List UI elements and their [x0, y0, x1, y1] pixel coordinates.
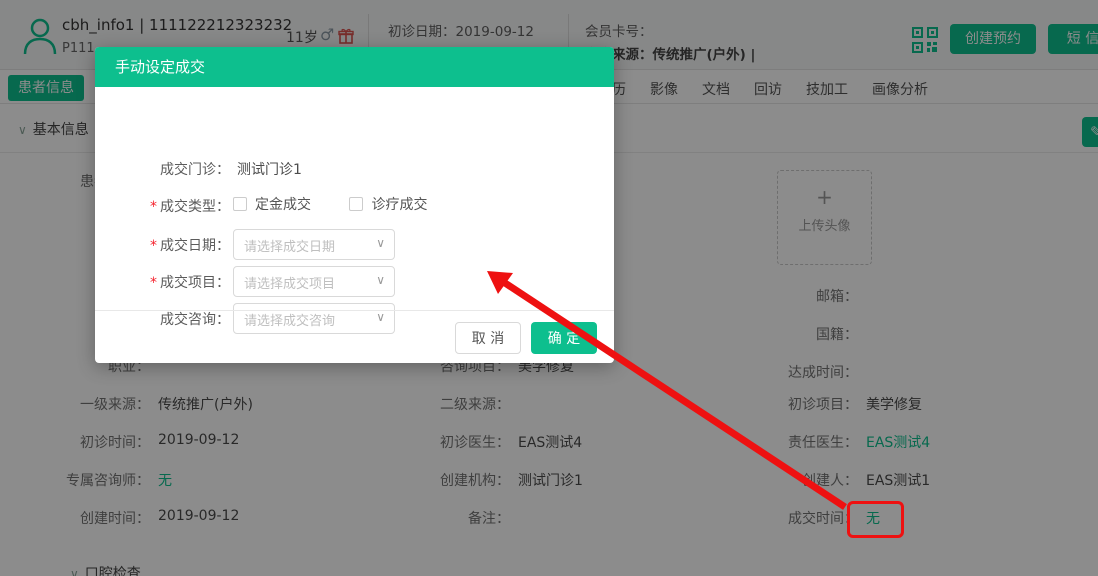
deal-type-options: 定金成交 诊疗成交	[233, 194, 461, 215]
deal-project-select[interactable]: 请选择成交项目 ∨	[233, 266, 395, 297]
deal-project-placeholder: 请选择成交项目	[244, 277, 336, 292]
deal-consult-select[interactable]: 请选择成交咨询 ∨	[233, 303, 395, 334]
deal-type-label: * 成交类型：	[150, 199, 230, 215]
cancel-button[interactable]: 取 消	[455, 322, 521, 354]
deal-clinic-value: 测试门诊1	[237, 162, 302, 178]
dialog-title: 手动设定成交	[95, 47, 614, 87]
deal-project-label: * 成交项目：	[150, 275, 230, 291]
checkbox-icon	[349, 197, 364, 211]
checkbox-icon	[233, 197, 247, 211]
manual-deal-dialog: 手动设定成交 成交门诊： 测试门诊1 * 成交类型： 定金成交 诊疗成交 * 成交日…	[95, 47, 614, 363]
confirm-button[interactable]: 确 定	[531, 322, 597, 354]
deal-date-select[interactable]: 请选择成交日期 ∨	[233, 229, 395, 260]
chevron-down-icon: ∨	[376, 273, 385, 287]
deal-clinic-label: 成交门诊：	[160, 162, 230, 178]
chevron-down-icon: ∨	[376, 236, 385, 250]
required-marker: *	[150, 238, 157, 254]
dialog-footer-divider	[95, 310, 614, 311]
required-marker: *	[150, 199, 157, 215]
chevron-down-icon: ∨	[376, 310, 385, 324]
treatment-deal-checkbox[interactable]: 诊疗成交	[349, 194, 427, 214]
treatment-deal-label: 诊疗成交	[371, 197, 428, 213]
deal-consult-label: 成交咨询：	[160, 312, 230, 328]
deposit-deal-label: 定金成交	[255, 197, 311, 213]
patient-detail-page: cbh_info1 | 111122212323232 P111 11岁 ♂ 初…	[0, 0, 1098, 576]
required-marker: *	[150, 275, 157, 291]
deal-date-label: * 成交日期：	[150, 238, 230, 254]
deposit-deal-checkbox[interactable]: 定金成交	[233, 194, 311, 214]
deal-date-placeholder: 请选择成交日期	[244, 240, 336, 255]
deal-consult-placeholder: 请选择成交咨询	[244, 314, 336, 329]
